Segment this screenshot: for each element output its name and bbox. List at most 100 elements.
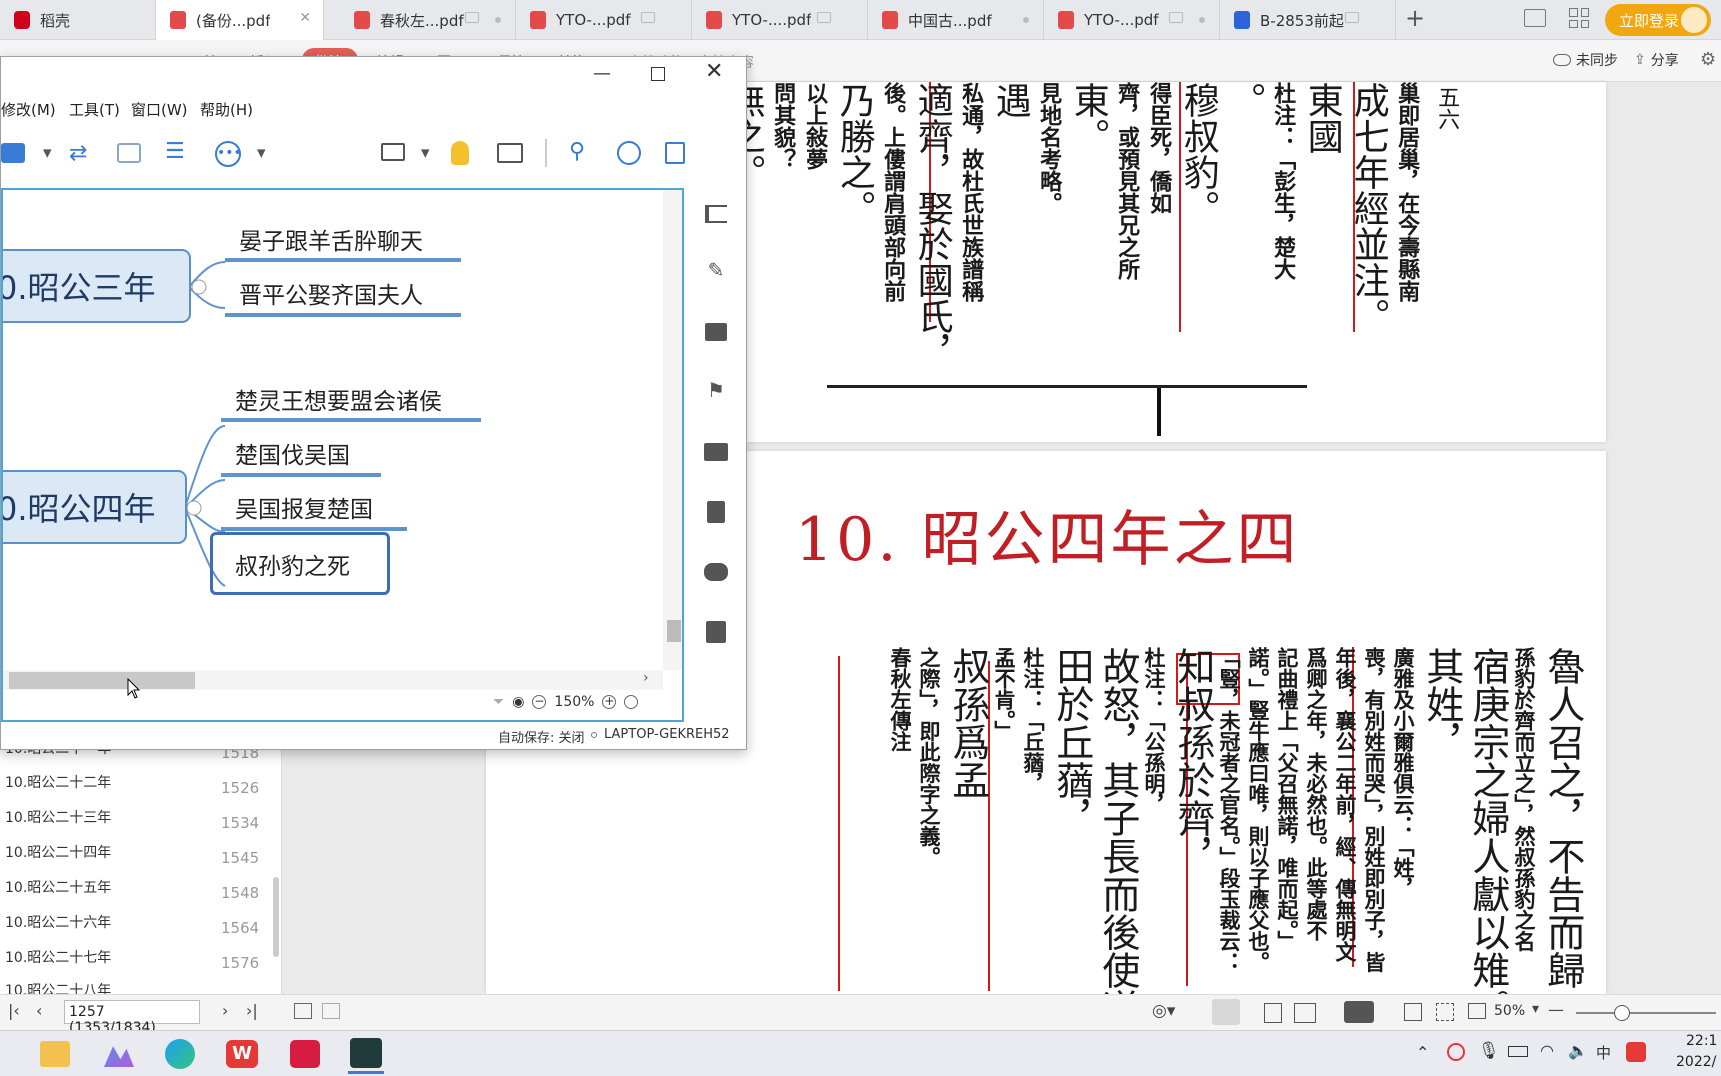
zoom-out-icon[interactable]: — (1548, 1000, 1564, 1019)
vertical-scrollbar[interactable] (663, 190, 682, 670)
relationship-icon[interactable]: ⇄ (69, 141, 87, 166)
new-tab-button[interactable]: + (1405, 4, 1425, 32)
zoom-in-icon[interactable]: + (602, 695, 617, 709)
single-page-icon[interactable] (1212, 999, 1240, 1025)
tab-document[interactable]: (备份...pdf ✕ (156, 0, 324, 40)
menu-item[interactable]: 帮助(H) (200, 99, 253, 120)
ime-indicator[interactable]: 中 (1596, 1042, 1611, 1063)
tab-document[interactable]: B-2853前起 (1220, 0, 1396, 40)
style-brush-icon[interactable]: ✎ (701, 255, 731, 285)
sync-button[interactable]: 未同步 (1553, 50, 1618, 70)
eye-mode-icon[interactable]: ◎▾ (1152, 1001, 1175, 1021)
label-icon[interactable] (701, 437, 731, 467)
subtopic-selected[interactable]: 叔孙豹之死 (235, 547, 350, 581)
battery-icon[interactable] (1508, 1046, 1528, 1057)
subtopic[interactable]: 吴国报复楚国 (235, 490, 373, 524)
first-page-icon[interactable]: |‹ (8, 1001, 20, 1020)
tray-chevron-icon[interactable]: ⌃ (1416, 1043, 1429, 1062)
settings-icon[interactable]: ⚙ (1700, 49, 1716, 70)
outline-item[interactable]: 10.昭公二十七年 (5, 947, 111, 967)
subtopic[interactable]: 楚国伐吴国 (235, 436, 350, 470)
wifi-icon[interactable]: ◠ (1540, 1041, 1554, 1060)
fit-icon[interactable] (624, 695, 639, 709)
comment-icon[interactable] (701, 557, 731, 587)
tab-home[interactable]: 稻壳 (0, 0, 156, 40)
share-icon[interactable] (617, 141, 641, 165)
outline-item[interactable]: 10.昭公二十二年 (5, 772, 111, 792)
mindmap-canvas[interactable]: 0.昭公三年 0.昭公四年 晏子跟羊舌肸聊天 晋平公娶齐国夫人 楚灵王想要盟会诸… (1, 188, 684, 722)
tab-document[interactable]: YTO-....pdf (692, 0, 868, 40)
zoom-slider-thumb[interactable] (1614, 1005, 1630, 1021)
sogou-icon[interactable] (1626, 1042, 1646, 1062)
xmind-icon[interactable] (290, 1040, 320, 1068)
minimize-button[interactable]: — (593, 63, 611, 84)
outline-item[interactable]: 10.昭公二十五年 (5, 877, 111, 897)
outliner-icon[interactable] (497, 143, 523, 163)
fit-page-icon[interactable] (1436, 1003, 1454, 1021)
menu-item[interactable]: 修改(M) (1, 99, 56, 120)
page-number-input[interactable]: 1257 (1353/1834) (64, 1000, 200, 1036)
summary-icon[interactable]: ☰ (165, 139, 185, 164)
structure-icon[interactable] (1, 143, 25, 163)
screen-recorder-icon[interactable] (350, 1038, 382, 1068)
next-page-icon[interactable]: › (222, 1001, 228, 1020)
tab-document[interactable]: 中国古...pdf (868, 0, 1044, 40)
search-icon[interactable]: ⚲ (569, 139, 585, 164)
window-mode-icon[interactable] (1524, 9, 1546, 27)
subtopic[interactable]: 晋平公娶齐国夫人 (239, 276, 423, 310)
chevron-down-icon[interactable]: ▾ (1532, 1001, 1539, 1017)
export-icon[interactable] (665, 142, 685, 164)
forward-icon[interactable] (322, 1003, 340, 1019)
edge-icon[interactable] (165, 1039, 195, 1069)
notes-icon[interactable] (701, 497, 731, 527)
task-icon[interactable] (701, 617, 731, 647)
menu-item[interactable]: 工具(T) (69, 99, 120, 120)
last-page-icon[interactable]: ›| (246, 1001, 258, 1020)
actual-size-icon[interactable] (1404, 1003, 1422, 1021)
tab-document[interactable]: YTO-...pdf (516, 0, 692, 40)
apps-grid-icon[interactable] (1569, 8, 1589, 28)
more-icon[interactable]: ••• (215, 141, 242, 167)
volume-icon[interactable]: 🔈 (1568, 1041, 1588, 1060)
central-topic[interactable]: 0.昭公三年 (3, 249, 191, 323)
outline-item[interactable]: 10.昭公二十八年 (5, 980, 111, 994)
image-icon[interactable] (701, 317, 731, 347)
idea-icon[interactable] (451, 141, 469, 165)
tab-document[interactable]: 春秋左...pdf (340, 0, 516, 40)
presentation-icon[interactable] (381, 143, 405, 161)
back-icon[interactable] (294, 1003, 312, 1019)
chevron-right-icon[interactable]: › (643, 670, 649, 686)
flag-icon[interactable]: ⚑ (701, 375, 731, 405)
record-icon[interactable] (1447, 1043, 1465, 1061)
scroll-thumb[interactable] (9, 672, 195, 689)
close-tab-icon[interactable]: ✕ (299, 10, 311, 26)
scroll-thumb[interactable] (667, 620, 681, 642)
login-button[interactable]: 立即登录 (1605, 4, 1711, 36)
horizontal-scrollbar[interactable]: › (3, 670, 663, 690)
format-icon[interactable] (701, 199, 731, 229)
tab-document[interactable]: YTO-...pdf (1044, 0, 1220, 40)
file-explorer-icon[interactable] (40, 1041, 70, 1067)
previous-page-icon[interactable]: ‹ (36, 1001, 42, 1020)
play-icon[interactable] (1344, 1001, 1374, 1023)
dual-page-icon[interactable] (1294, 1003, 1316, 1023)
close-window-button[interactable]: ✕ (705, 59, 723, 84)
outline-item[interactable]: 10.昭公二十三年 (5, 807, 111, 827)
menu-item[interactable]: 窗口(W) (131, 99, 188, 120)
zoom-slider[interactable] (1576, 1005, 1716, 1021)
boundary-icon[interactable] (117, 143, 141, 163)
outline-item[interactable]: 10.昭公二十四年 (5, 842, 111, 862)
maximize-button[interactable] (651, 67, 665, 81)
chevron-down-icon[interactable]: ▾ (43, 143, 52, 163)
chevron-down-icon[interactable]: ▾ (257, 143, 266, 163)
zoom-out-icon[interactable]: − (532, 695, 547, 709)
subtopic[interactable]: 楚灵王想要盟会诸侯 (235, 382, 442, 416)
microphone-icon[interactable]: 🎙 (1478, 1041, 1500, 1061)
fit-width-icon[interactable] (1468, 1003, 1486, 1019)
sidebar-scrollbar[interactable] (273, 877, 279, 957)
central-topic[interactable]: 0.昭公四年 (3, 470, 187, 544)
zoom-percent[interactable]: 50% (1494, 1003, 1525, 1019)
outline-item[interactable]: 10.昭公二十六年 (5, 912, 111, 932)
photos-icon[interactable] (104, 1046, 134, 1067)
wps-icon[interactable]: W (226, 1040, 258, 1068)
